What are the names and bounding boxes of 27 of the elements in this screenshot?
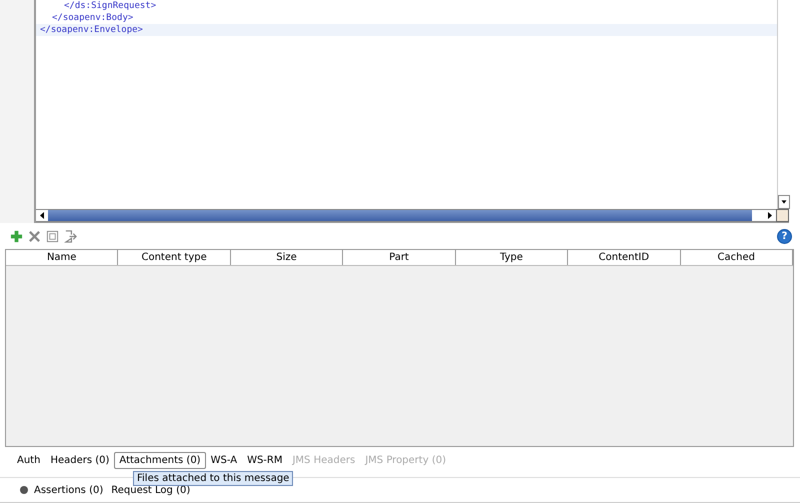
tab[interactable]: Headers (0) [45,452,114,468]
add-icon[interactable] [10,230,23,242]
export-icon[interactable] [64,230,77,242]
tab[interactable]: WS-RM [242,452,288,468]
tab[interactable]: Auth [12,452,46,468]
image-icon[interactable] [46,230,59,242]
column-header[interactable]: Part [343,250,456,265]
tooltip: Files attached to this message [133,471,294,486]
delete-icon[interactable] [28,230,41,242]
tab[interactable]: Assertions (0) [34,484,108,496]
code-line: </soapenv:Body> [52,13,134,23]
column-header[interactable]: Type [456,250,568,265]
status-dot-icon [20,486,28,494]
column-header[interactable]: Content type [118,250,231,265]
code-line: </soapenv:Envelope> [40,25,143,35]
column-header[interactable]: ContentID [568,250,681,265]
horizontal-scrollbar[interactable] [36,209,776,222]
column-header[interactable]: Size [230,250,344,265]
vertical-scrollbar[interactable] [777,0,789,209]
resize-corner-icon[interactable] [776,209,789,222]
code-line: </ds:SignRequest> [64,1,156,11]
column-header[interactable]: Cached [680,250,793,265]
tab[interactable]: Attachments (0) [114,452,206,468]
help-button[interactable]: ? [777,228,792,244]
column-header[interactable]: Name [6,250,118,265]
tab[interactable]: WS-A [206,452,242,468]
tab[interactable]: Request Log (0) [111,484,194,496]
